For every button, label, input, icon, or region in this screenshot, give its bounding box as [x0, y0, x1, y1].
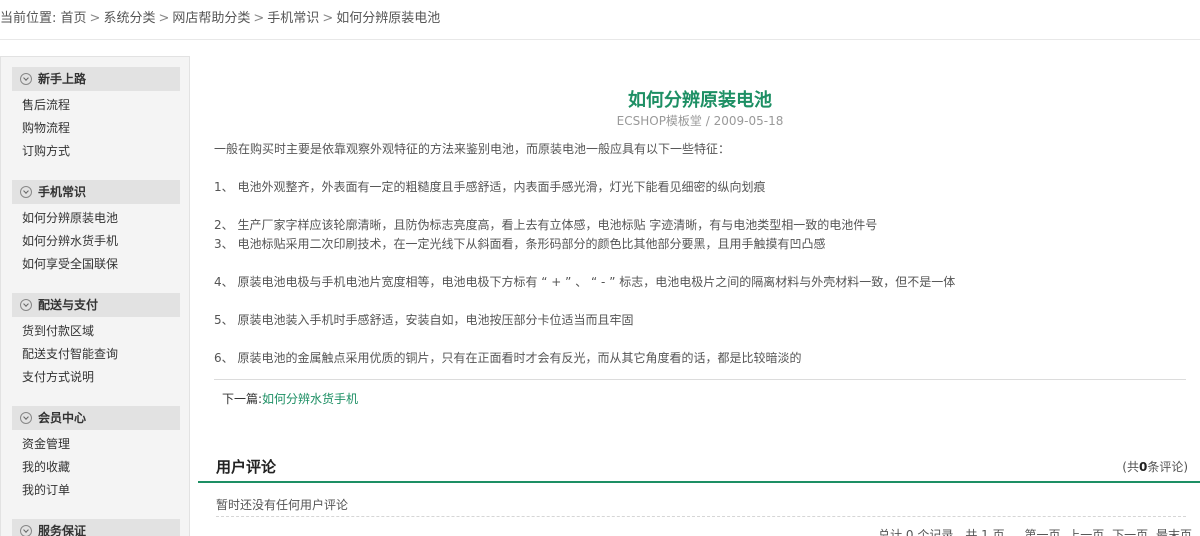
sidebar-item-national-warranty[interactable]: 如何享受全国联保 [12, 253, 180, 276]
comments-count-suffix: 条评论) [1147, 460, 1188, 474]
category-title: 会员中心 [38, 411, 87, 425]
prev-page-link[interactable]: 上一页 [1068, 528, 1104, 536]
article-point: 1、 电池外观整齐，外表面有一定的粗糙度且手感舒适，内表面手感光滑，灯光下能看见… [214, 180, 766, 194]
next-page-link[interactable]: 下一页 [1112, 528, 1148, 536]
sidebar-category-member-center: 会员中心 资金管理 我的收藏 我的订单 [12, 406, 180, 502]
category-title: 手机常识 [38, 185, 87, 199]
breadcrumb-home-link[interactable]: 首页 [61, 11, 87, 26]
help-sidebar: 新手上路 售后流程 购物流程 订购方式 手机常识 如何分辨原装电池 如何分辨水货… [0, 56, 190, 536]
next-article-label: 下一篇: [222, 392, 263, 406]
article-point: 4、 原装电池电极与手机电池片宽度相等，电池电极下方标有 “ + ” 、 “ -… [214, 275, 956, 289]
sidebar-category-service: 服务保证 [12, 519, 180, 536]
divider [214, 379, 1186, 380]
sidebar-item-funds[interactable]: 资金管理 [12, 433, 180, 456]
chevron-down-circle-icon [20, 299, 32, 311]
comments-title: 用户评论 [216, 458, 277, 476]
category-header[interactable]: 服务保证 [12, 519, 180, 536]
sidebar-item-order-method[interactable]: 订购方式 [12, 140, 180, 163]
chevron-right-icon: > [158, 11, 170, 26]
category-title: 配送与支付 [38, 298, 99, 312]
sidebar-category-delivery-payment: 配送与支付 货到付款区域 配送支付智能查询 支付方式说明 [12, 293, 180, 389]
article-point: 6、 原装电池的金属触点采用优质的铜片，只有在正面看时才会有反光，而从其它角度看… [214, 351, 802, 365]
breadcrumb-current: 如何分辨原装电池 [336, 11, 441, 26]
sidebar-item-shopping-flow[interactable]: 购物流程 [12, 117, 180, 140]
category-title: 服务保证 [38, 524, 87, 536]
article-point: 3、 电池标贴采用二次印刷技术，在一定光线下从斜面看，条形码部分的颜色比其他部分… [214, 237, 826, 251]
chevron-right-icon: > [322, 11, 334, 26]
sidebar-item-original-battery[interactable]: 如何分辨原装电池 [12, 207, 180, 230]
chevron-down-circle-icon [20, 412, 32, 424]
chevron-down-circle-icon [20, 525, 32, 536]
article-point: 5、 原装电池装入手机时手感舒适，安装自如，电池按压部分卡位适当而且牢固 [214, 313, 634, 327]
sidebar-item-my-orders[interactable]: 我的订单 [12, 479, 180, 502]
sidebar-item-favorites[interactable]: 我的收藏 [12, 456, 180, 479]
sidebar-category-newbie: 新手上路 售后流程 购物流程 订购方式 [12, 67, 180, 163]
category-header[interactable]: 配送与支付 [12, 293, 180, 317]
sidebar-item-after-sales[interactable]: 售后流程 [12, 94, 180, 117]
breadcrumb-help-category-link[interactable]: 网店帮助分类 [172, 11, 250, 26]
first-page-link[interactable]: 第一页 [1024, 528, 1060, 536]
chevron-down-circle-icon [20, 186, 32, 198]
category-header[interactable]: 会员中心 [12, 406, 180, 430]
sidebar-item-cod-area[interactable]: 货到付款区域 [12, 320, 180, 343]
comments-empty-text: 暂时还没有任何用户评论 [216, 498, 349, 512]
chevron-right-icon: > [253, 11, 265, 26]
sidebar-item-delivery-query[interactable]: 配送支付智能查询 [12, 343, 180, 366]
article-meta: ECSHOP模板堂 / 2009-05-18 [616, 114, 784, 128]
category-header[interactable]: 新手上路 [12, 67, 180, 91]
divider [216, 516, 1186, 517]
comments-count: (共0条评论) [1122, 458, 1188, 475]
pagination: 总计 0 个记录，共 1 页。 第一页 上一页 下一页 最末页 [874, 526, 1192, 536]
sidebar-category-phone-tips: 手机常识 如何分辨原装电池 如何分辨水货手机 如何享受全国联保 [12, 180, 180, 276]
divider [198, 481, 1200, 483]
sidebar-item-gray-phone[interactable]: 如何分辨水货手机 [12, 230, 180, 253]
breadcrumb-prefix: 当前位置: [0, 11, 57, 26]
last-page-link[interactable]: 最末页 [1156, 528, 1192, 536]
sidebar-item-payment-methods[interactable]: 支付方式说明 [12, 366, 180, 389]
breadcrumb-phone-tips-link[interactable]: 手机常识 [267, 11, 319, 26]
article-point: 2、 生产厂家字样应该轮廓清晰，且防伪标志亮度高，看上去有立体感，电池标贴 字迹… [214, 218, 878, 232]
article-title: 如何分辨原装电池 [628, 90, 772, 111]
next-article: 下一篇:如何分辨水货手机 [222, 390, 358, 407]
breadcrumb: 当前位置: 首页 > 系统分类 > 网店帮助分类 > 手机常识 > 如何分辨原装电池 [0, 0, 1200, 40]
category-header[interactable]: 手机常识 [12, 180, 180, 204]
pagination-summary: 总计 0 个记录，共 1 页。 [878, 528, 1017, 536]
breadcrumb-system-category-link[interactable]: 系统分类 [103, 11, 155, 26]
category-title: 新手上路 [38, 72, 87, 86]
article-intro: 一般在购买时主要是依靠观察外观特征的方法来鉴别电池，而原装电池一般应具有以下一些… [214, 142, 731, 156]
chevron-right-icon: > [89, 11, 101, 26]
comments-count-prefix: (共 [1122, 460, 1139, 474]
chevron-down-circle-icon [20, 73, 32, 85]
next-article-link[interactable]: 如何分辨水货手机 [262, 392, 358, 406]
